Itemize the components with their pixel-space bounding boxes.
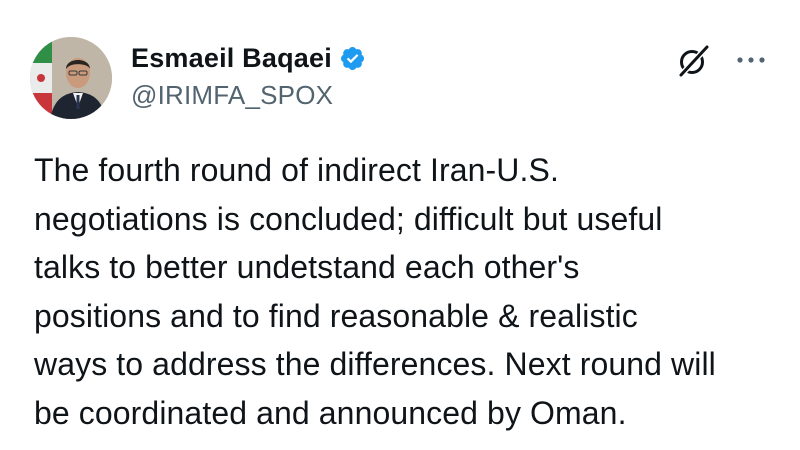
more-options-icon[interactable] bbox=[734, 52, 768, 68]
author-display-name[interactable]: Esmaeil Baqaei bbox=[131, 43, 332, 74]
profile-photo-icon bbox=[30, 37, 112, 119]
post-text: The fourth round of indirect Iran-U.S. n… bbox=[34, 152, 716, 431]
author-handle[interactable]: @IRIMFA_SPOX bbox=[131, 80, 333, 111]
author-name-row: Esmaeil Baqaei bbox=[131, 40, 366, 76]
post-card: Esmaeil Baqaei @IRIMFA_SPOX The fourth r… bbox=[0, 0, 800, 450]
verified-badge-icon bbox=[340, 46, 364, 70]
author-avatar[interactable] bbox=[30, 37, 112, 119]
grok-icon[interactable] bbox=[676, 44, 710, 78]
